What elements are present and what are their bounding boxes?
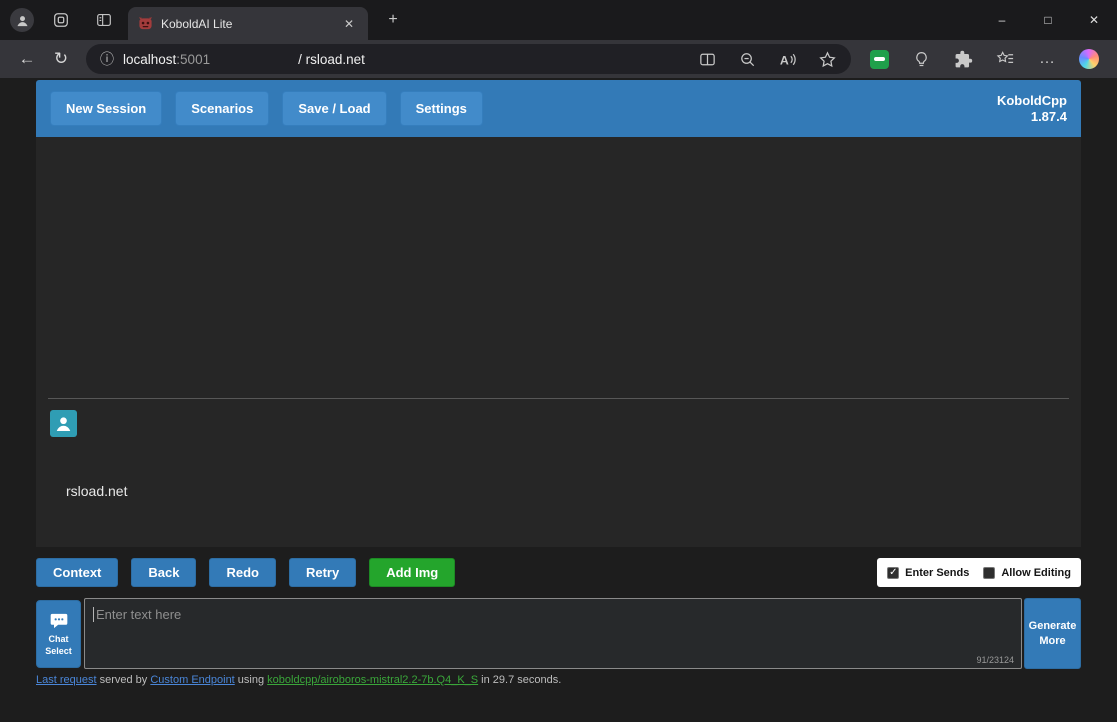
kobold-content: New Session Scenarios Save / Load Settin… [36,80,1081,722]
lightbulb-button[interactable] [911,49,931,69]
maximize-button[interactable]: □ [1025,0,1071,40]
tab-title: KoboldAI Lite [161,16,233,31]
browser-titlebar: KoboldAI Lite ✕ + – □ ✕ [0,0,1117,40]
lightbulb-icon [915,51,927,66]
allow-editing-label: Allow Editing [1001,566,1071,579]
tab-close-button[interactable]: ✕ [340,15,358,33]
version-name: KoboldCpp [996,92,1067,108]
back-action-button[interactable]: Back [131,558,197,587]
context-button[interactable]: Context [36,558,119,587]
browser-navbar: ← ↻ ⓘ localhost :5001 / rsload.net A … [0,40,1117,78]
koboldai-favicon [138,16,153,31]
retry-button[interactable]: Retry [288,558,357,587]
chat-bubble-icon [49,611,69,631]
profile-button[interactable] [10,8,34,32]
address-host: localhost [123,51,177,67]
favorites-hub-button[interactable] [995,49,1015,69]
browser-tab[interactable]: KoboldAI Lite ✕ [128,7,368,40]
scenarios-button[interactable]: Scenarios [175,91,270,126]
input-row: Chat Select 91/23124 Generate More [36,597,1081,669]
settings-button[interactable]: Settings [399,91,483,126]
copilot-icon [1079,49,1099,69]
read-aloud-icon: A [779,53,796,67]
zoom-out-button[interactable] [737,49,757,69]
favorite-star-button[interactable] [817,49,837,69]
text-caret [93,607,94,622]
address-port: :5001 [176,51,211,67]
address-path: / rsload.net [298,51,365,67]
new-session-button[interactable]: New Session [50,91,163,126]
text-input-wrap: 91/23124 [84,598,1022,669]
puzzle-icon [955,50,972,67]
allow-editing-toggle[interactable]: Allow Editing [983,566,1071,579]
custom-endpoint-link[interactable]: Custom Endpoint [150,674,234,686]
version-number: 1.87.4 [1030,108,1067,124]
address-bar[interactable]: ⓘ localhost :5001 / rsload.net A [86,44,851,74]
model-name-link[interactable]: koboldcpp/airoboros-mistral2.2-7b.Q4_K_S [267,674,478,686]
site-info-icon[interactable]: ⓘ [100,49,114,69]
last-request-link[interactable]: Last request [36,674,97,686]
game-text-area: rsload.net [36,137,1081,547]
extensions-button[interactable] [953,49,973,69]
minimize-button[interactable]: – [979,0,1025,40]
extension-green-button[interactable] [869,49,889,69]
chat-select-button[interactable]: Chat Select [36,600,81,668]
status-text: using [234,674,268,686]
vertical-tabs-icon [95,11,113,29]
koboldcpp-version: KoboldCpp 1.87.4 [997,93,1067,124]
enter-sends-toggle[interactable]: Enter Sends [887,566,970,579]
redo-button[interactable]: Redo [209,558,276,587]
text-input[interactable] [84,598,1022,669]
split-screen-icon [699,53,715,65]
chat-select-label: Chat Select [45,634,72,656]
toggle-panel: Enter Sends Allow Editing [877,558,1081,587]
top-menu-bar: New Session Scenarios Save / Load Settin… [36,80,1081,137]
extension-green-icon [869,49,889,69]
page-koboldai-lite: New Session Scenarios Save / Load Settin… [0,78,1117,722]
save-load-button[interactable]: Save / Load [282,91,387,126]
message-divider [48,398,1069,399]
action-button-row: Context Back Redo Retry Add Img Enter Se… [36,558,1081,587]
star-icon [818,50,836,67]
toolbar-icons: … [859,49,1107,69]
close-button[interactable]: ✕ [1071,0,1117,40]
chat-message-text: rsload.net [66,483,128,499]
refresh-button[interactable]: ↻ [44,44,78,74]
settings-more-button[interactable]: … [1037,49,1057,69]
enter-sends-label: Enter Sends [905,566,970,579]
new-tab-button[interactable]: + [382,9,404,31]
read-aloud-button[interactable]: A [777,49,797,69]
enter-sends-checkbox[interactable] [887,566,900,579]
profile-avatar-icon [15,13,30,28]
zoom-out-icon [740,52,754,66]
back-button[interactable]: ← [10,44,44,74]
workspaces-icon [52,11,70,29]
status-text: served by [96,674,151,686]
tab-actions-button[interactable] [93,9,115,31]
user-avatar [50,410,77,437]
browser-window: KoboldAI Lite ✕ + – □ ✕ ← ↻ ⓘ localhost … [0,0,1117,722]
status-text: in 29.7 seconds. [478,674,562,686]
copilot-button[interactable] [1079,49,1099,69]
allow-editing-checkbox[interactable] [983,566,996,579]
split-screen-button[interactable] [697,49,717,69]
svg-text:A: A [779,53,788,67]
address-bar-icons: A [697,49,837,69]
add-img-button[interactable]: Add Img [369,558,456,587]
person-icon [54,414,73,433]
favorites-list-icon [996,50,1013,63]
workspaces-button[interactable] [50,9,72,31]
window-controls: – □ ✕ [979,0,1117,40]
generate-more-button[interactable]: Generate More [1024,598,1081,669]
status-line: Last request served by Custom Endpoint u… [36,674,1081,686]
token-counter: 91/23124 [976,655,1014,665]
